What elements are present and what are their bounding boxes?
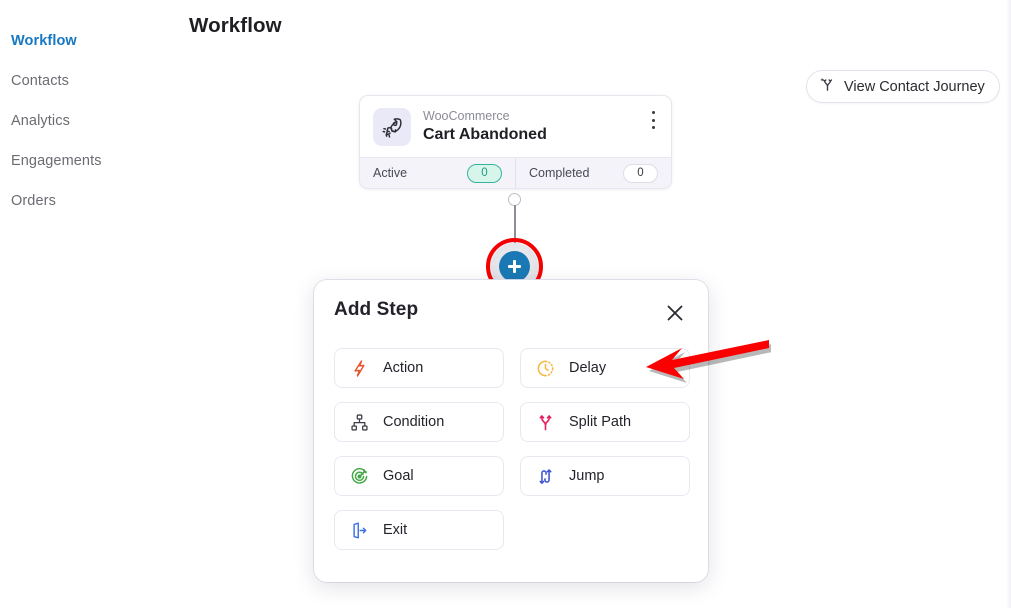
hierarchy-icon [349,412,370,433]
option-split-path[interactable]: Split Path [520,402,690,442]
clock-icon [535,358,556,379]
sidebar-item-engagements[interactable]: Engagements [0,141,172,181]
option-jump[interactable]: Jump [520,456,690,496]
modal-header: Add Step [334,299,688,326]
stat-completed: Completed 0 [515,158,671,188]
add-step-options: Action Delay Condition Split Path Goal J… [334,348,690,550]
option-label: Jump [569,468,605,484]
option-label: Delay [569,360,607,376]
trigger-app-name: WooCommerce [423,109,510,123]
add-step-modal: Add Step Action Delay Condition Split Pa… [314,280,708,582]
option-goal[interactable]: Goal [334,456,504,496]
stat-completed-value: 0 [623,163,658,183]
sidebar-item-workflow[interactable]: Workflow [0,21,172,61]
app-root: Workflow Contacts Analytics Engagements … [0,0,1011,608]
sidebar-item-label: Analytics [11,113,70,129]
add-step-button[interactable] [499,251,530,282]
sidebar-item-analytics[interactable]: Analytics [0,101,172,141]
close-icon[interactable] [662,300,688,326]
stat-active-label: Active [373,166,408,180]
view-contact-journey-button[interactable]: View Contact Journey [806,70,1000,103]
option-delay[interactable]: Delay [520,348,690,388]
modal-title: Add Step [334,299,419,320]
stat-active-value: 0 [467,163,502,183]
jump-icon [535,466,556,487]
kebab-menu-icon[interactable] [646,111,660,129]
view-contact-journey-label: View Contact Journey [844,78,985,95]
lightning-bolt-icon [349,358,370,379]
sidebar-item-contacts[interactable]: Contacts [0,61,172,101]
sidebar-item-label: Engagements [11,153,102,169]
sidebar: Workflow Contacts Analytics Engagements … [0,0,172,608]
sidebar-item-label: Orders [11,193,56,209]
option-label: Exit [383,522,408,538]
option-condition[interactable]: Condition [334,402,504,442]
option-label: Action [383,360,424,376]
trigger-card-body: WooCommerce Cart Abandoned [360,96,671,157]
target-icon [349,466,370,487]
option-label: Split Path [569,414,632,430]
split-path-icon [535,412,556,433]
page-title: Workflow [189,14,282,37]
sidebar-item-label: Workflow [11,33,77,49]
trigger-card[interactable]: WooCommerce Cart Abandoned Active 0 Comp… [359,95,672,189]
option-exit[interactable]: Exit [334,510,504,550]
contact-journey-icon [819,76,836,97]
sidebar-item-label: Contacts [11,73,70,89]
rocket-icon [373,108,411,146]
option-label: Condition [383,414,445,430]
stat-completed-label: Completed [529,166,590,180]
trigger-card-footer: Active 0 Completed 0 [360,157,671,188]
trigger-text: WooCommerce Cart Abandoned [423,109,547,145]
option-label: Goal [383,468,414,484]
exit-door-icon [349,520,370,541]
trigger-title: Cart Abandoned [423,126,547,143]
right-edge-scrollbar[interactable] [1006,0,1011,608]
stat-active: Active 0 [360,158,515,188]
option-action[interactable]: Action [334,348,504,388]
sidebar-item-orders[interactable]: Orders [0,181,172,221]
